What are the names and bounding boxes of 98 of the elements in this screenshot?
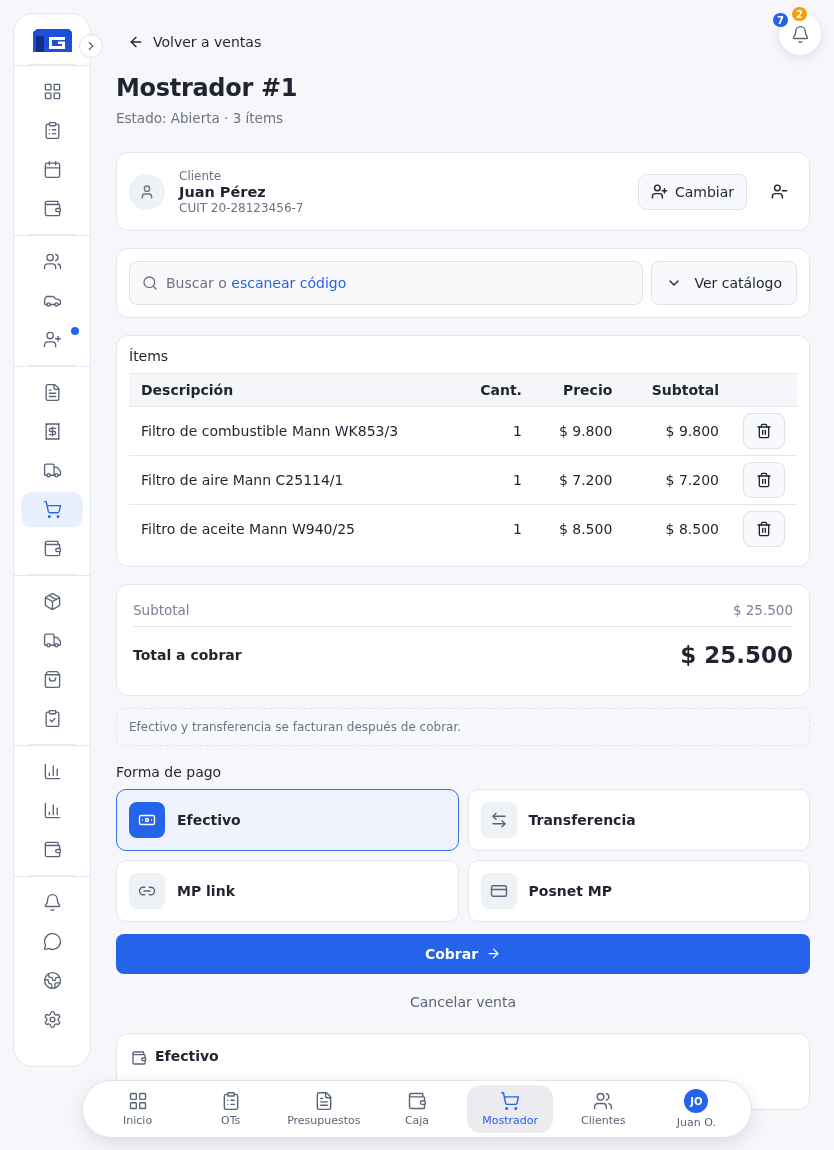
client-name: Juan Pérez (179, 183, 267, 200)
change-client-button[interactable]: Cambiar (637, 173, 747, 210)
column-header: Subtotal (624, 373, 731, 407)
credit-card-icon (480, 872, 517, 909)
bell-icon (42, 893, 62, 912)
document-icon (42, 383, 62, 402)
column-header: Precio (533, 373, 625, 407)
settings-icon (42, 1010, 62, 1029)
wallet-icon (407, 1091, 427, 1111)
clipboard-icon (42, 121, 62, 140)
charge-button[interactable]: Cobrar (116, 933, 810, 974)
users-icon (593, 1091, 614, 1111)
nav-item[interactable]: Presupuestos (280, 1085, 367, 1133)
trash-icon (756, 472, 772, 488)
truck-icon (42, 461, 62, 480)
search-field[interactable]: Buscar o escanear código (129, 261, 644, 305)
grid-icon (127, 1091, 148, 1111)
expand-sidebar-button[interactable] (79, 34, 103, 58)
back-link[interactable]: Volver a ventas (128, 30, 262, 54)
arrow-right-icon (486, 946, 502, 961)
cart-icon (42, 500, 62, 519)
delete-button[interactable] (743, 462, 785, 498)
table-cell: $ 7.200 (533, 455, 625, 505)
table-cell: $ 9.800 (624, 406, 731, 456)
sidebar-item[interactable] (21, 492, 83, 527)
package-icon (42, 592, 62, 611)
truck-icon (42, 631, 62, 650)
bar-chart-icon (42, 801, 62, 820)
payment-option[interactable]: MP link (116, 859, 459, 922)
table-cell: Filtro de aceite Mann W940/25 (129, 504, 458, 554)
items-title: Ítems (129, 348, 170, 364)
wallet-icon (42, 539, 62, 558)
cancel-sale-link[interactable]: Cancelar venta (409, 993, 517, 1010)
chat-icon (42, 932, 62, 951)
bag-icon (42, 670, 62, 689)
total-value: $ 25.500 (680, 641, 793, 668)
payment-detail-title: Efectivo (155, 1047, 219, 1064)
payment-option[interactable]: Transferencia (467, 788, 810, 851)
user-minus-icon (770, 183, 788, 200)
client-label: Cliente (179, 168, 223, 183)
wallet-icon (131, 1049, 147, 1066)
trash-icon (756, 423, 772, 439)
count-badge: 7 (772, 12, 789, 28)
user-plus-icon (42, 330, 62, 349)
info-note: Efectivo y transferencia se facturan después de cobrar. (116, 707, 810, 746)
user-plus-icon (650, 183, 668, 200)
total-label: Total a cobrar (133, 646, 242, 663)
cart-icon (500, 1091, 521, 1111)
payment-option[interactable]: Efectivo (116, 788, 459, 851)
logo-icon (31, 28, 73, 52)
table-cell: 1 (457, 504, 534, 554)
user-avatar: JO (684, 1089, 709, 1113)
client-cuit: CUIT 20-28123456-7 (179, 200, 305, 215)
nav-item[interactable]: JO Juan O. (653, 1085, 740, 1133)
status-text: Estado: Abierta · 3 ítems (116, 110, 285, 126)
bell-icon (790, 24, 810, 44)
delete-button[interactable] (743, 511, 785, 548)
banknote-icon (129, 801, 165, 838)
table-cell: $ 9.800 (533, 406, 625, 456)
grid-icon (42, 82, 62, 101)
subtotal-value: $ 25.500 (732, 602, 793, 618)
globe-icon (42, 971, 62, 990)
nav-item[interactable]: OTs (187, 1085, 274, 1133)
payment-label: Forma de pago (116, 763, 223, 780)
link-icon (129, 872, 165, 909)
clipboard-check-icon (42, 709, 62, 728)
catalog-button[interactable]: Ver catálogo (651, 261, 797, 305)
receipt-icon (42, 422, 62, 441)
calendar-icon (42, 160, 62, 179)
transfer-arrows-icon (480, 801, 517, 838)
notifications-button[interactable] (778, 12, 822, 56)
bar-chart-icon (42, 762, 62, 781)
table-cell: $ 7.200 (624, 455, 731, 505)
wallet-icon (42, 199, 62, 218)
user-icon (139, 183, 155, 200)
search-icon (142, 275, 158, 291)
nav-item[interactable]: Clientes (560, 1085, 647, 1133)
column-header: Descripción (129, 373, 458, 407)
table-cell: Filtro de aire Mann C25114/1 (129, 455, 458, 505)
wallet-icon (42, 840, 62, 859)
table-cell: $ 8.500 (533, 504, 625, 554)
table-cell: $ 8.500 (624, 504, 731, 554)
count-badge: 2 (791, 6, 808, 22)
search-placeholder: Buscar o escanear código (166, 275, 347, 291)
subtotal-label: Subtotal (133, 602, 190, 618)
payment-option[interactable]: Posnet MP (467, 859, 810, 922)
nav-item[interactable]: Inicio (94, 1085, 181, 1133)
table-cell: Filtro de combustible Mann WK853/3 (129, 406, 458, 456)
trash-icon (756, 521, 772, 538)
column-header: Cant. (457, 373, 534, 407)
table-cell: 1 (457, 455, 534, 505)
nav-item[interactable]: Mostrador (467, 1085, 554, 1133)
table-cell: 1 (457, 406, 534, 456)
page-title: Mostrador #1 (116, 74, 299, 102)
delete-button[interactable] (743, 413, 785, 449)
users-icon (42, 252, 62, 271)
back-link-text: Volver a ventas (153, 34, 262, 50)
nav-item[interactable]: Caja (374, 1085, 460, 1133)
